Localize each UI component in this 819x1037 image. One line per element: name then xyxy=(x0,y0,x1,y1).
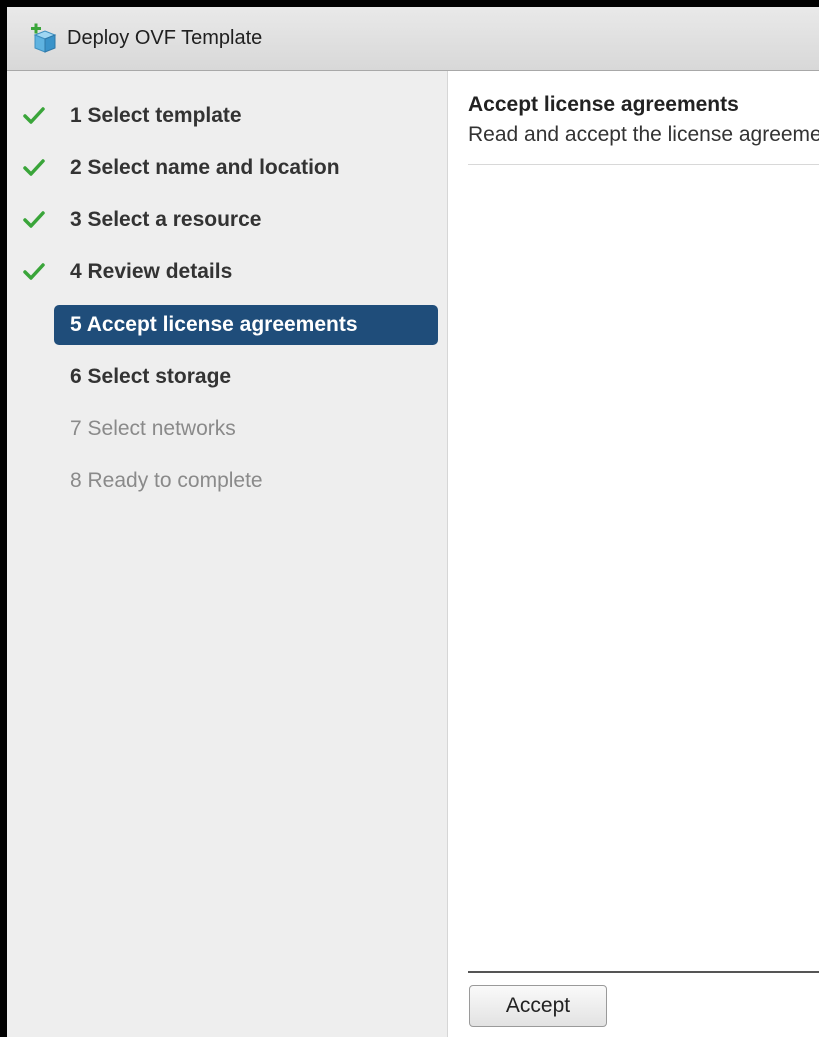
title-bar: Deploy OVF Template xyxy=(7,7,819,71)
step-label: 3 Select a resource xyxy=(70,208,262,231)
main-panel: Accept license agreements Read and accep… xyxy=(448,71,819,1037)
step-label: 5 Accept license agreements xyxy=(70,313,358,336)
step-label: 2 Select name and location xyxy=(70,156,340,179)
step-review-details[interactable]: 4 Review details xyxy=(7,252,447,292)
ovf-template-icon xyxy=(26,22,60,56)
wizard-steps: 1 Select template 2 Select name and loca… xyxy=(7,71,448,1037)
step-label: 8 Ready to complete xyxy=(70,469,263,492)
step-label: 6 Select storage xyxy=(70,365,232,388)
page-subtitle: Read and accept the license agreements a… xyxy=(468,123,819,146)
step-select-networks: 7 Select networks xyxy=(7,409,447,449)
step-select-resource[interactable]: 3 Select a resource xyxy=(7,200,447,240)
accept-button[interactable]: Accept xyxy=(469,985,607,1027)
checkmark-icon xyxy=(23,106,45,126)
license-area-border xyxy=(468,971,819,973)
step-select-template[interactable]: 1 Select template xyxy=(7,96,447,136)
dialog-title: Deploy OVF Template xyxy=(67,27,263,49)
step-label: 1 Select template xyxy=(70,104,242,127)
step-ready-to-complete: 8 Ready to complete xyxy=(7,461,447,501)
license-text-area[interactable] xyxy=(468,171,819,969)
step-label: 4 Review details xyxy=(70,260,233,283)
header-divider xyxy=(468,164,819,165)
checkmark-icon xyxy=(23,262,45,282)
checkmark-icon xyxy=(23,210,45,230)
step-accept-license[interactable]: 5 Accept license agreements xyxy=(7,305,447,345)
step-label: 7 Select networks xyxy=(70,417,236,440)
page-title: Accept license agreements xyxy=(468,93,739,116)
step-select-storage[interactable]: 6 Select storage xyxy=(7,357,447,397)
step-select-name-location[interactable]: 2 Select name and location xyxy=(7,148,447,188)
checkmark-icon xyxy=(23,158,45,178)
deploy-ovf-dialog: Deploy OVF Template 1 Select template 2 … xyxy=(0,0,819,1037)
